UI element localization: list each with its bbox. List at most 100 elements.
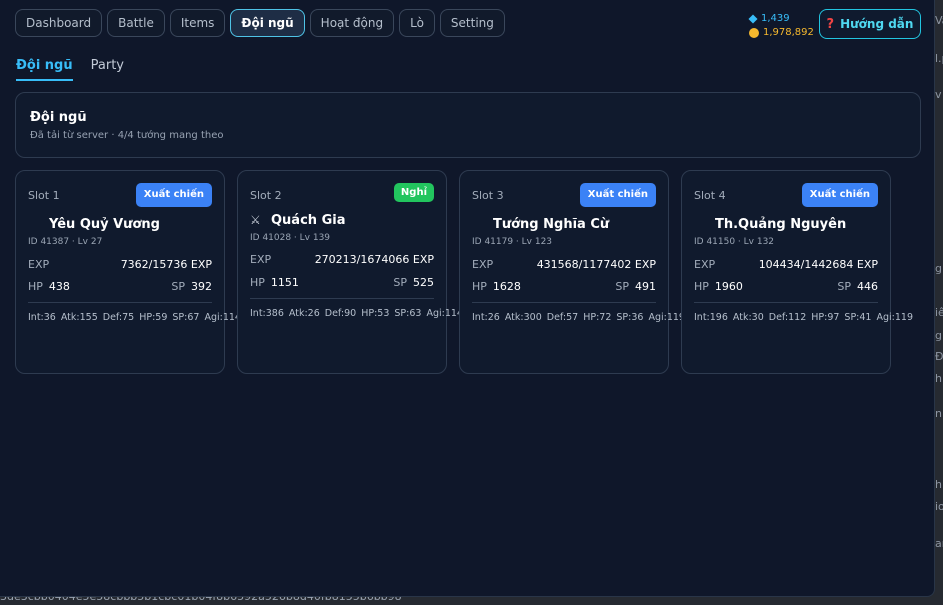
attr-int: Int:386 xyxy=(250,308,284,319)
hero-id-level: ID 41028 · Lv 139 xyxy=(250,233,331,243)
attr-hp: HP:59 xyxy=(139,312,168,323)
deploy-button[interactable]: Xuất chiến xyxy=(135,183,212,207)
team-header-panel: Đội ngũ Đã tải từ server · 4/4 tướng man… xyxy=(15,92,921,158)
gem-icon xyxy=(748,14,758,24)
attr-atk: Atk:26 xyxy=(288,308,320,319)
attr-def: Def:90 xyxy=(324,308,357,319)
nav-team[interactable]: Đội ngũ xyxy=(230,9,305,37)
hero-card: Slot 2 Nghỉ ⚔ Quách Gia ID 41028 · Lv 139… xyxy=(237,170,463,374)
slot-label: Slot 2 xyxy=(250,189,282,202)
card-divider xyxy=(472,302,656,303)
exp-value: 104434/1442684 EXP xyxy=(758,258,878,271)
hp-sp-row: HP 1628 SP 491 xyxy=(472,280,656,293)
slot-label: Slot 4 xyxy=(694,189,726,202)
exp-label: EXP xyxy=(472,258,494,271)
attr-sp: SP:41 xyxy=(844,312,872,323)
deploy-button[interactable]: Xuất chiến xyxy=(801,183,878,207)
sp-value: 525 xyxy=(413,276,434,289)
team-window: Dashboard Battle Items Đội ngũ Hoạt động… xyxy=(0,0,935,597)
hp-sp-row: HP 1151 SP 525 xyxy=(250,276,434,289)
tab-party[interactable]: Party xyxy=(91,58,124,81)
main-nav: Dashboard Battle Items Đội ngũ Hoạt động… xyxy=(15,9,505,37)
attr-hp: HP:97 xyxy=(811,312,840,323)
background-text-fragment: iê xyxy=(935,306,943,319)
hero-card: Slot 4 Xuất chiến Th.Quảng Nguyên ID 411… xyxy=(681,170,913,374)
hero-name: Yêu Quỷ Vương xyxy=(28,217,160,232)
background-text-fragment: io xyxy=(935,500,943,513)
sub-tabs: Đội ngũ Party xyxy=(16,58,124,81)
hp-sp-row: HP 1960 SP 446 xyxy=(694,280,878,293)
attr-int: Int:36 xyxy=(28,312,56,323)
attr-hp: HP:72 xyxy=(583,312,612,323)
background-text-fragment: Va xyxy=(935,14,943,27)
attr-agi: Agi:119 xyxy=(648,312,685,323)
exp-row: EXP 431568/1177402 EXP xyxy=(472,258,656,271)
exp-value: 7362/15736 EXP xyxy=(120,258,212,271)
background-window-edge: Va l.p v s g iê gi Đe hi n C hi io ar xyxy=(934,0,943,605)
hero-id-level: ID 41150 · Lv 132 xyxy=(694,237,775,247)
sp-label: SP xyxy=(393,276,407,289)
sp-value: 446 xyxy=(857,280,878,293)
card-divider xyxy=(28,302,212,303)
deploy-button[interactable]: Xuất chiến xyxy=(579,183,656,207)
slot-label: Slot 1 xyxy=(28,189,60,202)
nav-battle[interactable]: Battle xyxy=(107,9,165,37)
attr-sp: SP:63 xyxy=(394,308,422,319)
background-text-fragment: gi xyxy=(935,329,943,342)
exp-label: EXP xyxy=(250,253,272,266)
hp-label: HP xyxy=(28,280,43,293)
exp-value: 431568/1177402 EXP xyxy=(536,258,656,271)
nav-activities[interactable]: Hoạt động xyxy=(309,9,395,37)
exp-row: EXP 104434/1442684 EXP xyxy=(694,258,878,271)
help-button-label: Hướng dẫn xyxy=(840,17,914,31)
attribute-list: Int:36 Atk:155 Def:75 HP:59 SP:67 Agi:114 xyxy=(28,311,241,325)
nav-dashboard[interactable]: Dashboard xyxy=(15,9,103,37)
background-text-fragment: g xyxy=(935,262,942,275)
exp-row: EXP 7362/15736 EXP xyxy=(28,258,212,271)
nav-furnace[interactable]: Lò xyxy=(399,9,435,37)
attr-atk: Atk:30 xyxy=(732,312,764,323)
attr-sp: SP:67 xyxy=(172,312,200,323)
hero-id-level: ID 41387 · Lv 27 xyxy=(28,237,103,247)
panel-title: Đội ngũ xyxy=(30,110,87,125)
card-divider xyxy=(694,302,878,303)
hero-name-text: Th.Quảng Nguyên xyxy=(715,217,847,232)
currency-display: 1,439 1,978,892 xyxy=(748,12,814,40)
attr-atk: Atk:155 xyxy=(60,312,98,323)
hp-sp-row: HP 438 SP 392 xyxy=(28,280,212,293)
rest-badge[interactable]: Nghỉ xyxy=(393,183,434,202)
hero-name-text: Tướng Nghĩa Cừ xyxy=(493,217,610,232)
hero-name-text: Yêu Quỷ Vương xyxy=(49,217,160,232)
attr-atk: Atk:300 xyxy=(504,312,542,323)
exp-value: 270213/1674066 EXP xyxy=(314,253,434,266)
gem-balance: 1,439 xyxy=(748,12,814,26)
sp-value: 392 xyxy=(191,280,212,293)
background-text-fragment: hi xyxy=(935,372,943,385)
hero-id-level: ID 41179 · Lv 123 xyxy=(472,237,553,247)
card-divider xyxy=(250,298,434,299)
attribute-list: Int:26 Atk:300 Def:57 HP:72 SP:36 Agi:119 xyxy=(472,311,685,325)
crossed-swords-icon: ⚔ xyxy=(250,213,261,227)
sp-label: SP xyxy=(837,280,851,293)
attr-int: Int:196 xyxy=(694,312,728,323)
attr-int: Int:26 xyxy=(472,312,500,323)
background-text-fragment: l.p xyxy=(935,52,943,65)
hero-name: Th.Quảng Nguyên xyxy=(694,217,846,232)
nav-setting[interactable]: Setting xyxy=(439,9,505,37)
background-text-fragment: v s xyxy=(935,88,943,101)
gold-balance: 1,978,892 xyxy=(749,26,814,40)
hero-name-text: Quách Gia xyxy=(271,213,346,228)
background-text-fragment: ar xyxy=(935,537,943,550)
slot-label: Slot 3 xyxy=(472,189,504,202)
help-button[interactable]: ? Hướng dẫn xyxy=(819,9,921,39)
attr-def: Def:112 xyxy=(768,312,807,323)
background-text-fragment: hi xyxy=(935,478,943,491)
hero-name: Tướng Nghĩa Cừ xyxy=(472,217,609,232)
exp-label: EXP xyxy=(694,258,716,271)
nav-items[interactable]: Items xyxy=(169,9,226,37)
sp-label: SP xyxy=(615,280,629,293)
tab-team[interactable]: Đội ngũ xyxy=(16,58,73,81)
hp-value: 1960 xyxy=(714,280,743,293)
attr-def: Def:57 xyxy=(546,312,579,323)
gold-amount: 1,978,892 xyxy=(763,27,814,38)
